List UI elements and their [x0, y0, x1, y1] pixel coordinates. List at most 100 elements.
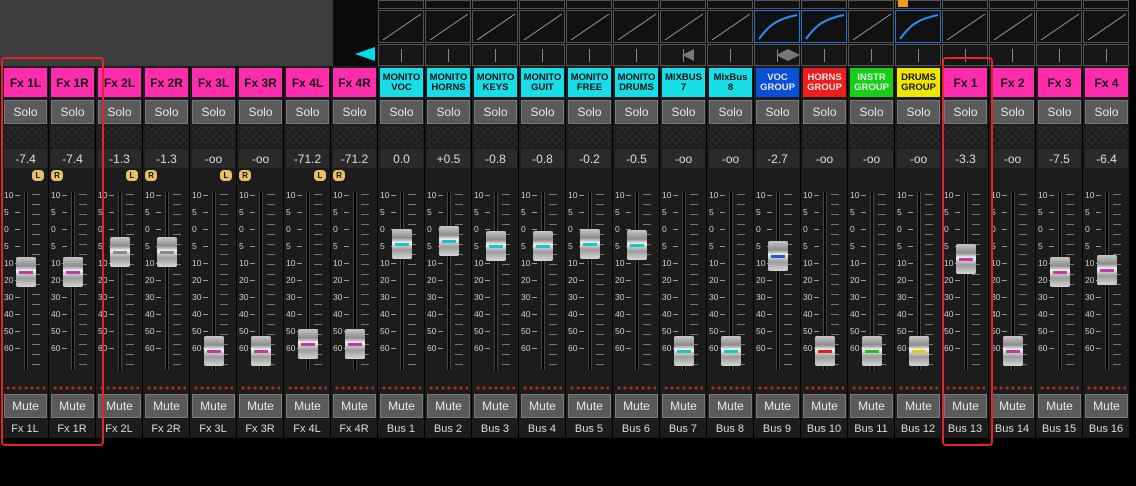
gain-readout[interactable]: +0.5 [427, 149, 470, 168]
fader-knob[interactable] [674, 336, 694, 366]
fader-knob[interactable] [486, 231, 506, 261]
solo-button[interactable]: Solo [568, 100, 611, 124]
send-row3-bus-4[interactable] [519, 44, 565, 66]
gain-readout[interactable]: -oo [991, 149, 1034, 168]
fader-knob[interactable] [1050, 257, 1070, 287]
gain-readout[interactable]: -oo [803, 149, 846, 168]
channel-name[interactable]: Fx 4L [286, 68, 329, 97]
channel-name[interactable]: HORNS GROUP [803, 68, 846, 97]
fader-knob[interactable] [251, 336, 271, 366]
fader-knob[interactable] [1097, 255, 1117, 285]
fader-knob[interactable] [580, 229, 600, 259]
send-row2-bus-9[interactable] [754, 10, 800, 43]
fader-track[interactable] [541, 192, 545, 370]
gain-readout[interactable]: -oo [239, 149, 282, 168]
send-row3-bus-6[interactable] [613, 44, 659, 66]
send-row1-bus-10[interactable] [801, 0, 847, 9]
solo-button[interactable]: Solo [803, 100, 846, 124]
gain-readout[interactable]: -0.8 [521, 149, 564, 168]
solo-button[interactable]: Solo [850, 100, 893, 124]
fader-knob[interactable] [627, 230, 647, 260]
mute-button[interactable]: Mute [380, 394, 423, 418]
gain-readout[interactable]: -7.5 [1038, 149, 1081, 168]
channel-name[interactable]: DRUMS GROUP [897, 68, 940, 97]
fader-knob[interactable] [533, 231, 553, 261]
send-row3-bus-1[interactable] [378, 44, 424, 66]
fader-knob[interactable] [345, 329, 365, 359]
send-row2-bus-1[interactable] [378, 10, 424, 43]
gain-readout[interactable]: 0.0 [380, 149, 423, 168]
gain-readout[interactable]: -1.3 [145, 149, 188, 168]
fader-track[interactable] [588, 192, 592, 370]
fader-knob[interactable] [815, 336, 835, 366]
solo-button[interactable]: Solo [98, 100, 141, 124]
send-row1-bus-5[interactable] [566, 0, 612, 9]
gain-readout[interactable]: -0.5 [615, 149, 658, 168]
send-row3-bus-5[interactable] [566, 44, 612, 66]
send-row2-bus-3[interactable] [472, 10, 518, 43]
mute-button[interactable]: Mute [1038, 394, 1081, 418]
channel-name[interactable]: MixBus 8 [709, 68, 752, 97]
mute-button[interactable]: Mute [1085, 394, 1128, 418]
fader-knob[interactable] [157, 237, 177, 267]
send-row2-bus-13[interactable] [942, 10, 988, 43]
solo-button[interactable]: Solo [897, 100, 940, 124]
solo-button[interactable]: Solo [662, 100, 705, 124]
mute-button[interactable]: Mute [286, 394, 329, 418]
channel-name[interactable]: MIXBUS 7 [662, 68, 705, 97]
gain-readout[interactable]: -oo [192, 149, 235, 168]
send-row1-bus-15[interactable] [1036, 0, 1082, 9]
mute-button[interactable]: Mute [991, 394, 1034, 418]
send-row1-bus-11[interactable] [848, 0, 894, 9]
mute-button[interactable]: Mute [897, 394, 940, 418]
mute-button[interactable]: Mute [568, 394, 611, 418]
send-row1-bus-14[interactable] [989, 0, 1035, 9]
solo-button[interactable]: Solo [521, 100, 564, 124]
channel-name[interactable]: MONITO DRUMS [615, 68, 658, 97]
channel-name[interactable]: MONITO GUIT [521, 68, 564, 97]
fader-track[interactable] [776, 192, 780, 370]
fader-track[interactable] [165, 192, 169, 370]
left-triangle-icon[interactable] [355, 47, 375, 61]
gain-readout[interactable]: -0.2 [568, 149, 611, 168]
send-row1-bus-16[interactable] [1083, 0, 1129, 9]
mute-button[interactable]: Mute [662, 394, 705, 418]
send-row2-bus-2[interactable] [425, 10, 471, 43]
solo-button[interactable]: Solo [615, 100, 658, 124]
send-row1-bus-6[interactable] [613, 0, 659, 9]
send-row3-bus-15[interactable] [1036, 44, 1082, 66]
send-row1-bus-3[interactable] [472, 0, 518, 9]
send-row3-bus-2[interactable] [425, 44, 471, 66]
send-row1-bus-9[interactable] [754, 0, 800, 9]
send-row1-bus-4[interactable] [519, 0, 565, 9]
send-row1-bus-1[interactable] [378, 0, 424, 9]
solo-button[interactable]: Solo [991, 100, 1034, 124]
fader-knob[interactable] [909, 336, 929, 366]
send-row2-bus-4[interactable] [519, 10, 565, 43]
send-row2-bus-6[interactable] [613, 10, 659, 43]
mute-button[interactable]: Mute [709, 394, 752, 418]
mute-button[interactable]: Mute [474, 394, 517, 418]
solo-button[interactable]: Solo [239, 100, 282, 124]
gain-readout[interactable]: -6.4 [1085, 149, 1128, 168]
send-row3-bus-8[interactable] [707, 44, 753, 66]
fader-knob[interactable] [768, 241, 788, 271]
channel-name[interactable]: MONITO KEYS [474, 68, 517, 97]
send-row1-bus-2[interactable] [425, 0, 471, 9]
mute-button[interactable]: Mute [850, 394, 893, 418]
gain-readout[interactable]: -oo [662, 149, 705, 168]
fader-knob[interactable] [298, 329, 318, 359]
channel-name[interactable]: Fx 2 [991, 68, 1034, 97]
gain-readout[interactable]: -oo [709, 149, 752, 168]
mute-button[interactable]: Mute [521, 394, 564, 418]
send-row3-bus-10[interactable] [801, 44, 847, 66]
solo-button[interactable]: Solo [145, 100, 188, 124]
send-row3-bus-3[interactable] [472, 44, 518, 66]
solo-button[interactable]: Solo [380, 100, 423, 124]
gain-readout[interactable]: -oo [897, 149, 940, 168]
fader-knob[interactable] [721, 336, 741, 366]
channel-name[interactable]: Fx 3 [1038, 68, 1081, 97]
solo-button[interactable]: Solo [286, 100, 329, 124]
channel-name[interactable]: MONITO VOC [380, 68, 423, 97]
send-row3-bus-11[interactable] [848, 44, 894, 66]
